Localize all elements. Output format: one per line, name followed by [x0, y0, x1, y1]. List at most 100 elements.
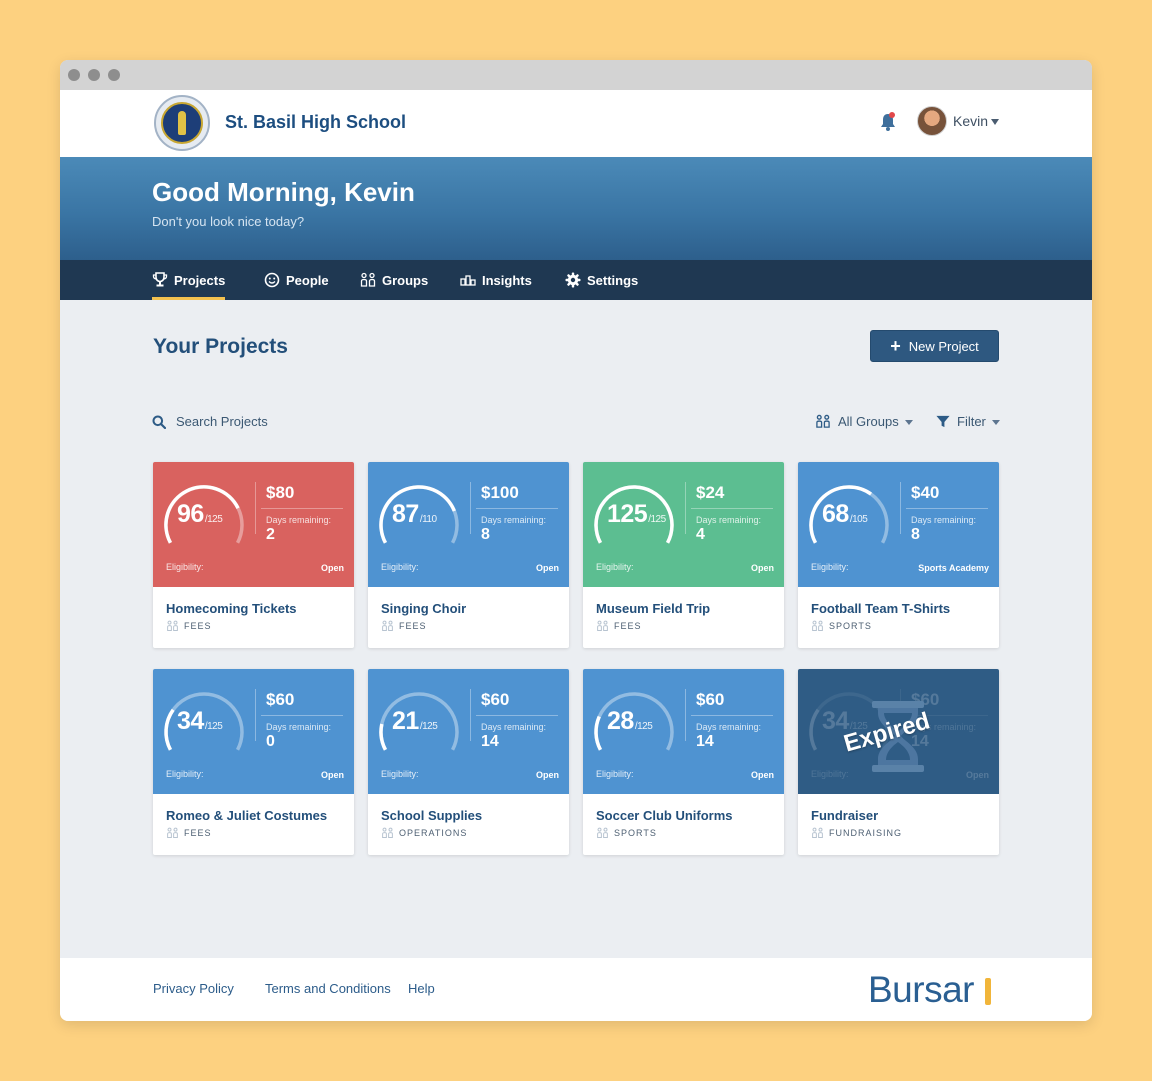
tab-settings-label: Settings: [587, 272, 639, 288]
project-card-header: 68/105 $40 Days remaining: 8 Eligibility…: [798, 462, 999, 587]
window-control-dot[interactable]: [68, 69, 80, 81]
groups-icon: [812, 827, 823, 838]
project-card[interactable]: 28/125 $60 Days remaining: 14 Eligibilit…: [583, 669, 784, 855]
score-max: /105: [849, 514, 868, 525]
score-value: 21: [392, 707, 419, 735]
all-groups-label: All Groups: [838, 414, 899, 429]
days-remaining-label: Days remaining:: [481, 722, 547, 732]
chevron-down-icon[interactable]: [991, 119, 999, 125]
project-card-header: 28/125 $60 Days remaining: 14 Eligibilit…: [583, 669, 784, 794]
days-remaining-label: Days remaining:: [696, 722, 762, 732]
project-name[interactable]: Fundraiser: [811, 808, 878, 823]
tab-projects-label: Projects: [174, 272, 226, 288]
project-card[interactable]: 34/125 $60 Days remaining: 0 Eligibility…: [153, 669, 354, 855]
window-control-dot[interactable]: [88, 69, 100, 81]
user-name[interactable]: Kevin: [953, 113, 988, 129]
notification-bell-icon[interactable]: [878, 112, 898, 132]
groups-icon: [167, 620, 178, 631]
search-icon: [152, 415, 166, 429]
project-amount: $24: [696, 483, 725, 502]
score-value: 34: [177, 707, 204, 735]
project-amount: $80: [266, 483, 295, 502]
school-seal-logo: [154, 95, 210, 151]
score-max: /110: [419, 514, 437, 525]
project-name[interactable]: School Supplies: [381, 808, 482, 823]
project-category: FEES: [166, 620, 212, 632]
project-category: SPORTS: [811, 620, 872, 632]
days-remaining-value: 14: [696, 733, 714, 750]
help-link[interactable]: Help: [408, 981, 435, 996]
main-nav: Projects People Groups Insights Settings: [60, 260, 1092, 300]
tab-settings[interactable]: Settings: [565, 260, 638, 300]
project-card-header: 125/125 $24 Days remaining: 4 Eligibilit…: [583, 462, 784, 587]
search-input[interactable]: Search Projects: [176, 414, 268, 429]
project-category: FEES: [381, 620, 427, 632]
eligibility-label: Eligibility:: [381, 562, 419, 572]
new-project-button[interactable]: + New Project: [870, 330, 999, 362]
days-remaining-label: Days remaining:: [911, 515, 977, 525]
groups-icon: [382, 827, 393, 838]
footer: Privacy Policy Terms and Conditions Help…: [60, 958, 1092, 1021]
tab-insights[interactable]: Insights: [460, 260, 532, 300]
eligibility-label: Eligibility:: [166, 562, 204, 572]
groups-icon: [597, 620, 608, 631]
project-name[interactable]: Museum Field Trip: [596, 601, 710, 616]
project-card[interactable]: 125/125 $24 Days remaining: 4 Eligibilit…: [583, 462, 784, 648]
project-amount: $40: [911, 483, 940, 502]
project-card-header: 96/125 $80 Days remaining: 2 Eligibility…: [153, 462, 354, 587]
new-project-label: New Project: [908, 338, 979, 354]
project-name[interactable]: Homecoming Tickets: [166, 601, 297, 616]
window-control-dot[interactable]: [108, 69, 120, 81]
privacy-policy-link[interactable]: Privacy Policy: [153, 981, 234, 996]
project-status: Sports Academy: [918, 563, 989, 573]
score-max: /125: [648, 514, 666, 525]
divider: [900, 482, 901, 534]
filter-dropdown[interactable]: Filter: [935, 414, 1000, 429]
tab-people-label: People: [286, 272, 329, 288]
project-name[interactable]: Football Team T-Shirts: [811, 601, 950, 616]
school-name: St. Basil High School: [225, 112, 407, 132]
bursar-logo-mark: [985, 978, 991, 1005]
project-category-label: FEES: [399, 621, 427, 631]
project-name[interactable]: Singing Choir: [381, 601, 466, 616]
project-category-label: FEES: [184, 828, 212, 838]
tab-groups[interactable]: Groups: [360, 260, 428, 300]
project-category-label: FEES: [614, 621, 642, 631]
project-name[interactable]: Romeo & Juliet Costumes: [166, 808, 327, 823]
window-titlebar: [60, 60, 1092, 90]
terms-link[interactable]: Terms and Conditions: [265, 981, 391, 996]
eligibility-label: Eligibility:: [811, 562, 849, 572]
chevron-down-icon: [991, 420, 1000, 425]
eligibility-score: 28/125: [607, 707, 653, 736]
days-remaining-value: 4: [696, 526, 705, 543]
project-card[interactable]: 96/125 $80 Days remaining: 2 Eligibility…: [153, 462, 354, 648]
groups-icon: [812, 620, 823, 631]
days-remaining-value: 14: [481, 733, 499, 750]
tab-insights-label: Insights: [482, 272, 532, 288]
search-projects[interactable]: Search Projects: [152, 414, 268, 429]
eligibility-score: 21/125: [392, 707, 438, 736]
all-groups-dropdown[interactable]: All Groups: [814, 414, 913, 429]
top-header: St. Basil High School Kevin: [60, 90, 1092, 157]
score-value: 68: [822, 500, 849, 528]
project-card[interactable]: 68/105 $40 Days remaining: 8 Eligibility…: [798, 462, 999, 648]
project-name[interactable]: Soccer Club Uniforms: [596, 808, 733, 823]
page-title: Your Projects: [153, 335, 288, 358]
groups-icon: [167, 827, 178, 838]
project-card[interactable]: 87/110 $100 Days remaining: 8 Eligibilit…: [368, 462, 569, 648]
eligibility-score: 96/125: [177, 500, 223, 529]
divider: [691, 715, 773, 716]
user-avatar[interactable]: [917, 106, 947, 136]
days-remaining-label: Days remaining:: [266, 722, 332, 732]
project-card[interactable]: 21/125 $60 Days remaining: 14 Eligibilit…: [368, 669, 569, 855]
project-card-header: 21/125 $60 Days remaining: 14 Eligibilit…: [368, 669, 569, 794]
divider: [261, 715, 343, 716]
expired-overlay: Expired: [798, 669, 999, 794]
tab-people[interactable]: People: [264, 260, 329, 300]
project-category-label: FUNDRAISING: [829, 828, 903, 838]
score-value: 87: [392, 500, 419, 528]
tab-projects[interactable]: Projects: [152, 260, 226, 300]
project-card[interactable]: 34/125 $60 Days remaining: 14 Eligibilit…: [798, 669, 999, 855]
divider: [691, 508, 773, 509]
eligibility-label: Eligibility:: [596, 562, 634, 572]
